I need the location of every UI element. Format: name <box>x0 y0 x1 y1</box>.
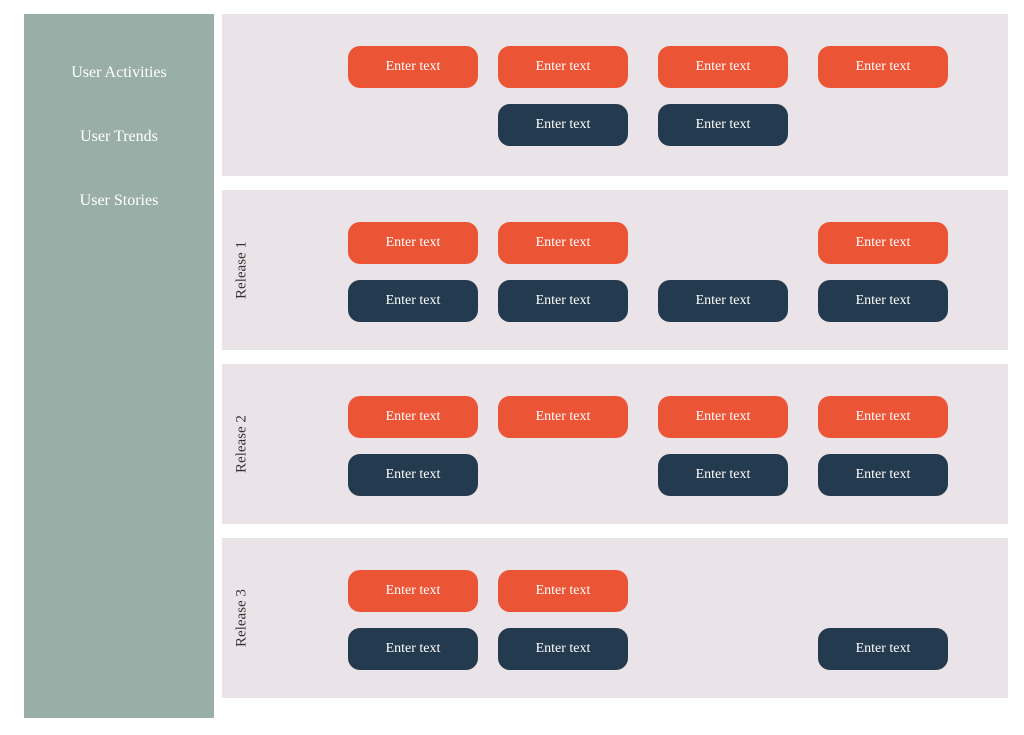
story-card[interactable]: Enter text <box>348 280 478 322</box>
panel-release-3: Release 3 Enter text Enter text Enter te… <box>222 538 1008 698</box>
sidebar-label-activities: User Activities <box>24 64 214 82</box>
panel-release-2: Release 2 Enter text Enter text Enter te… <box>222 364 1008 524</box>
story-card[interactable]: Enter text <box>658 454 788 496</box>
story-card[interactable]: Enter text <box>498 222 628 264</box>
release-label: Release 1 <box>234 210 251 330</box>
story-card[interactable]: Enter text <box>818 628 948 670</box>
story-card[interactable]: Enter text <box>348 396 478 438</box>
story-card[interactable]: Enter text <box>498 396 628 438</box>
release-label: Release 3 <box>234 558 251 678</box>
sidebar-label-trends: User Trends <box>24 128 214 146</box>
story-card[interactable]: Enter text <box>498 280 628 322</box>
release-label: Release 2 <box>234 384 251 504</box>
activity-card[interactable]: Enter text <box>818 46 948 88</box>
panel-release-1: Release 1 Enter text Enter text Enter te… <box>222 190 1008 350</box>
story-card[interactable]: Enter text <box>658 396 788 438</box>
activity-card[interactable]: Enter text <box>658 46 788 88</box>
story-map-canvas: User Activities User Trends User Stories… <box>0 0 1024 735</box>
activity-card[interactable]: Enter text <box>498 46 628 88</box>
activity-card[interactable]: Enter text <box>348 46 478 88</box>
panel-activities-trends: Enter text Enter text Enter text Enter t… <box>222 14 1008 176</box>
story-card[interactable]: Enter text <box>818 222 948 264</box>
story-card[interactable]: Enter text <box>498 570 628 612</box>
trend-card[interactable]: Enter text <box>498 104 628 146</box>
story-card[interactable]: Enter text <box>348 454 478 496</box>
sidebar: User Activities User Trends User Stories <box>24 14 214 718</box>
story-card[interactable]: Enter text <box>348 628 478 670</box>
story-card[interactable]: Enter text <box>348 222 478 264</box>
story-card[interactable]: Enter text <box>348 570 478 612</box>
story-card[interactable]: Enter text <box>658 280 788 322</box>
story-card[interactable]: Enter text <box>818 396 948 438</box>
trend-card[interactable]: Enter text <box>658 104 788 146</box>
sidebar-label-stories: User Stories <box>24 192 214 210</box>
story-card[interactable]: Enter text <box>818 454 948 496</box>
story-card[interactable]: Enter text <box>498 628 628 670</box>
story-card[interactable]: Enter text <box>818 280 948 322</box>
